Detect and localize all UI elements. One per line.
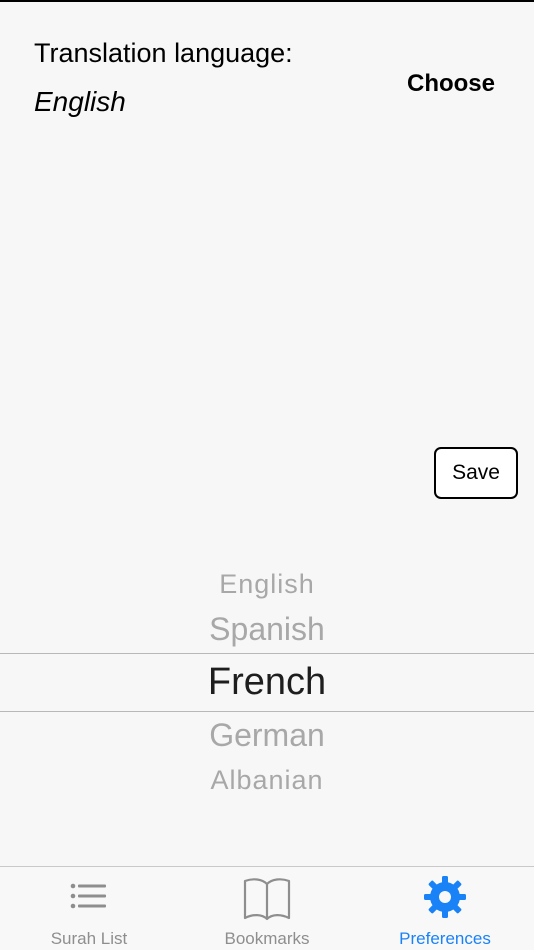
tab-surah-list[interactable]: Surah List bbox=[0, 867, 178, 950]
tab-bookmarks[interactable]: Bookmarks bbox=[178, 867, 356, 950]
tab-preferences[interactable]: Preferences bbox=[356, 867, 534, 950]
language-picker[interactable]: English Spanish French German Albanian bbox=[0, 557, 534, 807]
preferences-screen: Translation language: English Choose Sav… bbox=[0, 2, 534, 950]
picker-option-german[interactable]: German bbox=[0, 717, 534, 754]
tab-bar: Surah List Bookmarks Preferences bbox=[0, 866, 534, 950]
tab-label-bookmarks: Bookmarks bbox=[224, 929, 310, 948]
picker-option-english[interactable]: English bbox=[0, 569, 534, 600]
picker-selection-bottom-line bbox=[0, 711, 534, 712]
tab-label-surah-list: Surah List bbox=[50, 929, 128, 948]
gear-icon bbox=[424, 876, 466, 918]
picker-option-french-selected[interactable]: French bbox=[0, 661, 534, 704]
picker-option-spanish[interactable]: Spanish bbox=[0, 611, 534, 648]
save-button[interactable]: Save bbox=[434, 447, 518, 499]
translation-language-label: Translation language: bbox=[34, 38, 293, 68]
picker-option-albanian[interactable]: Albanian bbox=[0, 765, 534, 796]
current-language-value: English bbox=[34, 86, 126, 117]
list-icon bbox=[70, 883, 106, 909]
tab-label-preferences: Preferences bbox=[399, 929, 491, 948]
picker-selection-top-line bbox=[0, 653, 534, 654]
book-icon bbox=[243, 878, 291, 921]
choose-button[interactable]: Choose bbox=[390, 66, 512, 102]
